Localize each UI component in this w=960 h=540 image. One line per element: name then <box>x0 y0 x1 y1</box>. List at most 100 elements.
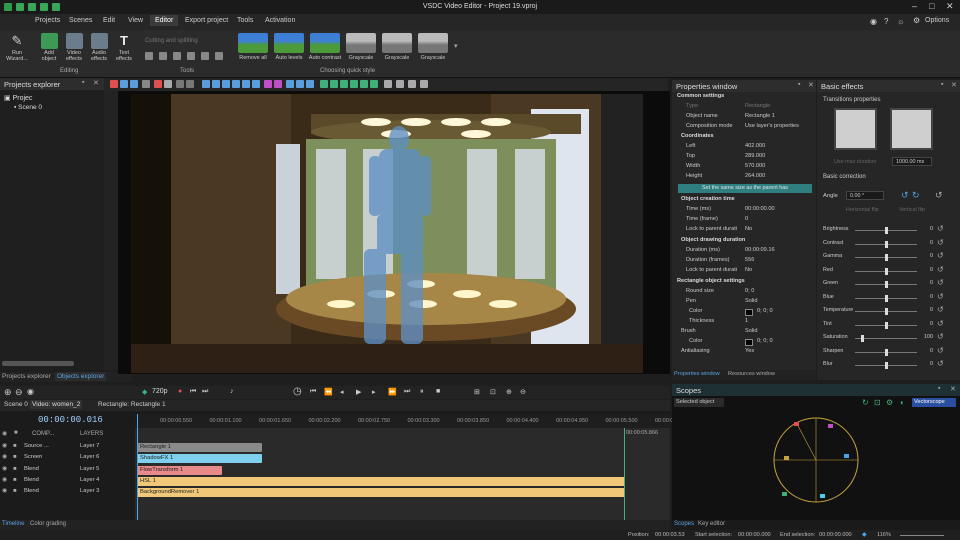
fast-forward-icon[interactable]: ⏩ <box>388 388 397 396</box>
align-left-icon[interactable] <box>202 80 210 88</box>
prop-pen-color[interactable]: Color 0; 0; 0 <box>672 308 812 318</box>
palette-icon[interactable]: ◐ <box>900 398 905 407</box>
record-icon[interactable]: ● <box>178 388 182 395</box>
stop-icon[interactable] <box>164 80 172 88</box>
visibility-icon[interactable]: ◉ <box>2 488 7 494</box>
track-header[interactable]: ◉ ■ Blend Layer 3 <box>0 487 135 498</box>
distribute-v-icon[interactable] <box>274 80 282 88</box>
prop-left[interactable]: Left 402.000 <box>672 143 812 153</box>
prop-time-ms[interactable]: Time (ms) 00:00:00.00 <box>672 206 812 216</box>
adjustment-value[interactable]: 0 <box>921 307 933 313</box>
adjustment-value[interactable]: 0 <box>921 348 933 354</box>
distribute-icon[interactable] <box>264 80 272 88</box>
run-wizard-button[interactable]: ✎ Run Wizard... <box>4 33 30 62</box>
rotate-left-icon[interactable]: ↺ <box>901 190 909 201</box>
prop-duration-ms[interactable]: Duration (ms) 00:00:09.16 <box>672 247 812 257</box>
timeline-clip[interactable]: FlowTransform 1 <box>137 465 222 475</box>
menu-export-project[interactable]: Export project <box>185 17 228 24</box>
adjustment-slider[interactable] <box>855 267 917 275</box>
text-effects-button[interactable]: T Text effects <box>112 33 136 62</box>
adjustment-slider[interactable] <box>855 227 917 234</box>
quick-style-grayscale-2[interactable]: Grayscale <box>380 33 414 61</box>
reset-angle-icon[interactable]: ↺ <box>935 190 943 201</box>
tab-timeline[interactable]: Timeline <box>2 521 24 527</box>
selected-object-select[interactable]: Selected object <box>674 398 724 407</box>
reset-icon[interactable]: ↺ <box>937 265 944 274</box>
rewind-icon[interactable]: ⏪ <box>324 388 333 396</box>
duration-input[interactable]: 1000.00 ms <box>892 157 932 166</box>
settings-icon[interactable]: ☼ <box>897 17 904 26</box>
prop-height[interactable]: Height 264.000 <box>672 173 812 183</box>
tab-video[interactable]: Video: women_2 <box>30 400 83 409</box>
adjustment-value[interactable]: 0 <box>921 253 933 259</box>
bring-front-icon[interactable] <box>340 80 348 88</box>
tab-scopes[interactable]: Scopes <box>674 521 694 527</box>
user-icon[interactable]: ◉ <box>870 17 877 26</box>
lock-icon[interactable]: ■ <box>13 466 17 472</box>
copy-icon[interactable] <box>120 80 128 88</box>
slider-knob[interactable] <box>885 240 888 248</box>
close-panel-icon[interactable]: ✕ <box>950 385 956 393</box>
same-width-icon[interactable] <box>286 80 294 88</box>
adjustment-value[interactable]: 0 <box>921 294 933 300</box>
track-header[interactable]: ◉ ■ Blend Layer 5 <box>0 465 135 476</box>
layer-down-icon[interactable] <box>370 80 378 88</box>
reset-icon[interactable]: ↺ <box>937 359 944 368</box>
timeline-clip[interactable]: Rectangle 1 <box>137 443 262 452</box>
quick-style-auto-contrast[interactable]: Auto contrast <box>308 33 342 61</box>
collapse-icon[interactable]: ▣ <box>4 95 13 102</box>
add-icon[interactable]: ⊕ <box>4 387 12 398</box>
prop-thickness[interactable]: Thickness 1 <box>672 318 812 328</box>
zoom-out-icon[interactable]: ⊖ <box>520 388 526 396</box>
prop-duration-frames[interactable]: Duration (frames) 556 <box>672 257 812 267</box>
crop-icon[interactable] <box>145 52 153 60</box>
reset-icon[interactable]: ↺ <box>937 332 944 341</box>
cutting-splitting-button[interactable]: Cutting and splitting <box>145 38 198 44</box>
prop-lock-parent-2[interactable]: Lock to parent durati No <box>672 267 812 277</box>
snap-icon[interactable]: ⊡ <box>490 388 496 396</box>
prop-round-size[interactable]: Round size 0; 0 <box>672 288 812 298</box>
move-down-icon[interactable] <box>330 80 338 88</box>
split-icon[interactable]: ⊞ <box>474 388 480 396</box>
menu-tools[interactable]: Tools <box>237 17 253 24</box>
undo-icon[interactable] <box>176 80 184 88</box>
blend-mode-select[interactable]: Blend <box>24 466 56 472</box>
slider-knob[interactable] <box>885 281 888 288</box>
layer-up-icon[interactable] <box>360 80 368 88</box>
settings-icon[interactable]: ⚙ <box>886 398 893 407</box>
horizontal-scrollbar[interactable] <box>2 361 74 366</box>
prop-lock-parent[interactable]: Lock to parent durati No <box>672 226 812 236</box>
step-back-icon[interactable]: ◂ <box>340 388 344 396</box>
prop-width[interactable]: Width 570.000 <box>672 163 812 173</box>
rotate-right-icon[interactable]: ↻ <box>912 190 920 201</box>
tab-properties-window[interactable]: Properties window <box>674 371 720 377</box>
send-back-icon[interactable] <box>350 80 358 88</box>
menu-edit[interactable]: Edit <box>103 17 115 24</box>
tab-rectangle[interactable]: Rectangle: Rectangle 1 <box>98 401 166 408</box>
menu-activation[interactable]: Activation <box>265 17 295 24</box>
tab-resources-window[interactable]: Resources window <box>728 371 775 377</box>
resolution-select[interactable]: 720p <box>152 388 168 395</box>
adjustment-slider[interactable] <box>855 240 917 248</box>
section-creation-time[interactable]: Object creation time <box>672 196 812 206</box>
blend-mode-select[interactable]: Blend <box>24 477 56 483</box>
adjustment-value[interactable]: 100 <box>921 334 933 340</box>
align-middle-icon[interactable] <box>242 80 250 88</box>
group-icon[interactable] <box>142 80 150 88</box>
basic-correction-section[interactable]: Basic correction <box>823 174 866 180</box>
slider-knob[interactable] <box>885 362 888 369</box>
prev-frame-icon[interactable]: ⏮ <box>190 388 196 396</box>
prop-object-name[interactable]: Object name Rectangle 1 <box>672 113 812 123</box>
transition-in-thumbnail[interactable] <box>834 108 877 150</box>
adjustment-value[interactable]: 0 <box>921 321 933 327</box>
track-header[interactable]: ◉ ■ Blend Layer 4 <box>0 476 135 487</box>
slider-knob[interactable] <box>885 267 888 275</box>
split-icon[interactable] <box>187 52 195 60</box>
quick-style-remove-all[interactable]: Remove all <box>236 33 270 61</box>
refresh-icon[interactable]: ↻ <box>862 398 869 407</box>
tab-objects-explorer[interactable]: Objects explorer <box>55 372 107 381</box>
align-top-icon[interactable] <box>232 80 240 88</box>
resize-icon[interactable] <box>173 52 181 60</box>
slider-knob[interactable] <box>885 294 888 302</box>
adjustment-value[interactable]: 0 <box>921 280 933 286</box>
